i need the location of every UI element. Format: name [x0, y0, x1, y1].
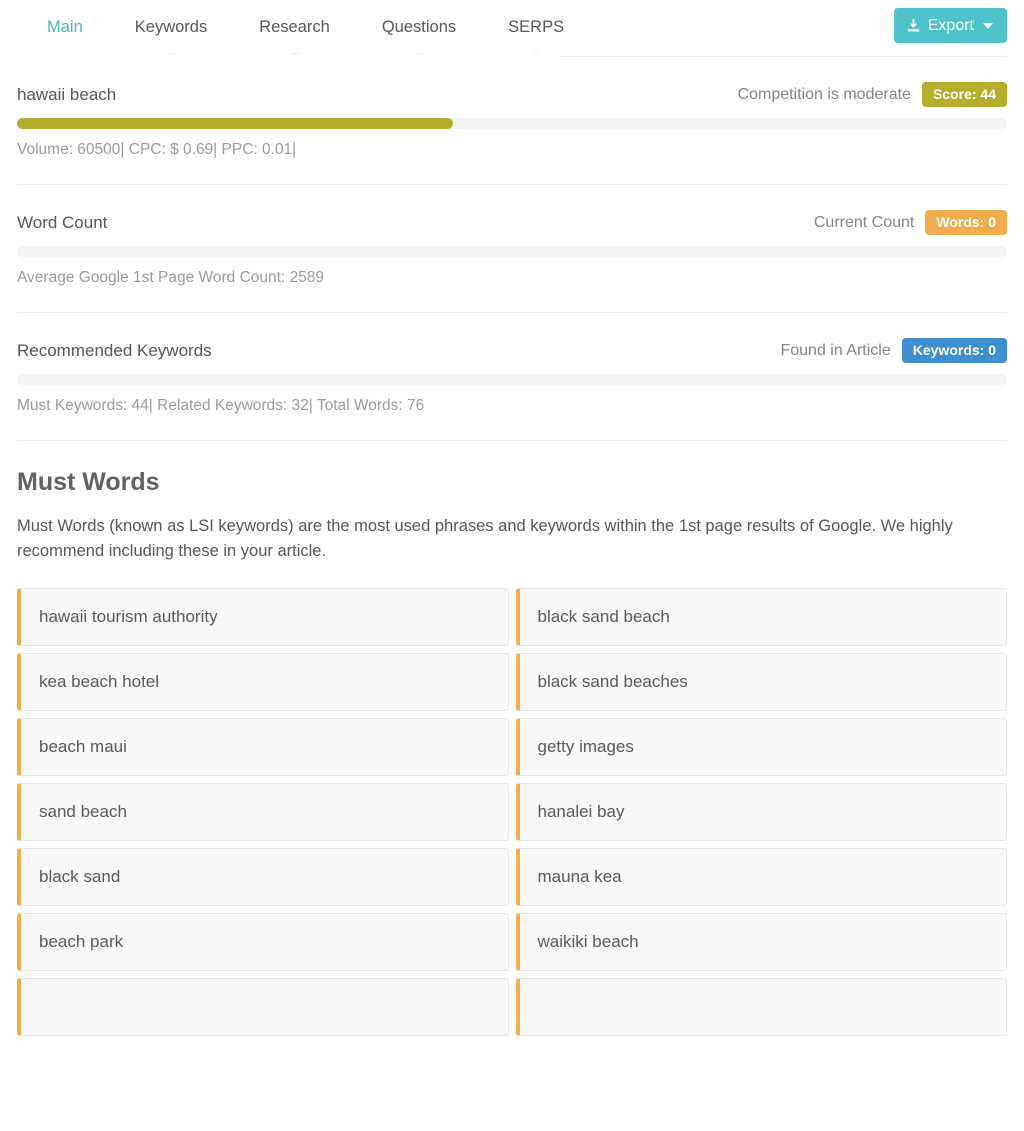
- tab-research[interactable]: Research: [233, 0, 356, 54]
- must-word-card[interactable]: beach park: [17, 913, 509, 972]
- must-word-label: mauna kea: [537, 867, 622, 887]
- must-words-section: Must Words Must Words (known as LSI keyw…: [17, 441, 1007, 1037]
- recommended-keywords-meta: Must Keywords: 44| Related Keywords: 32|…: [17, 397, 425, 414]
- recommended-keywords-title: Recommended Keywords: [17, 340, 212, 360]
- main-content: hawaii beach Competition is moderate Sco…: [0, 57, 1024, 1037]
- word-count-section: Word Count Current Count Words: 0 Averag…: [17, 185, 1007, 313]
- competition-keyword: hawaii beach: [17, 84, 117, 104]
- must-words-title: Must Words: [17, 468, 160, 496]
- must-words-list: hawaii tourism authority black sand beach…: [17, 588, 1007, 1037]
- must-word-label: beach park: [39, 932, 124, 952]
- competition-progress-fill: [17, 118, 453, 129]
- competition-meta: Volume: 60500| CPC: $ 0.69| PPC: 0.01|: [17, 141, 297, 158]
- competition-status-text: Competition is moderate: [737, 85, 911, 103]
- competition-progress-track: [17, 118, 1007, 129]
- must-word-card[interactable]: black sand beaches: [515, 653, 1007, 712]
- must-word-label: black sand: [39, 867, 121, 887]
- recommended-keywords-progress-track: [17, 374, 1007, 385]
- export-button[interactable]: Export: [893, 8, 1007, 43]
- tab-bar-divider: [560, 56, 1007, 57]
- word-count-status-text: Current Count: [813, 213, 915, 231]
- word-count-title: Word Count: [17, 212, 108, 232]
- word-count-meta: Average Google 1st Page Word Count: 2589: [17, 269, 325, 286]
- competition-header: hawaii beach Competition is moderate Sco…: [17, 82, 1007, 107]
- must-word-card[interactable]: getty images: [515, 718, 1007, 777]
- must-word-card[interactable]: hawaii tourism authority: [17, 588, 509, 647]
- must-word-label: kea beach hotel: [39, 672, 160, 692]
- must-word-card[interactable]: [17, 978, 509, 1037]
- must-words-description: Must Words (known as LSI keywords) are t…: [17, 517, 953, 561]
- competition-section: hawaii beach Competition is moderate Sco…: [17, 57, 1007, 185]
- recommended-keywords-section: Recommended Keywords Found in Article Ke…: [17, 313, 1007, 441]
- must-word-label: hawaii tourism authority: [39, 607, 218, 627]
- must-word-card[interactable]: beach maui: [17, 718, 509, 777]
- must-word-label: beach maui: [39, 737, 127, 757]
- must-word-label: waikiki beach: [537, 932, 639, 952]
- download-icon: [906, 18, 921, 33]
- must-word-card[interactable]: black sand beach: [515, 588, 1007, 647]
- caret-down-icon: [983, 22, 993, 29]
- tab-questions[interactable]: Questions: [356, 0, 482, 54]
- competition-score-badge: Score: 44: [921, 82, 1007, 107]
- word-count-header: Word Count Current Count Words: 0: [17, 210, 1007, 235]
- must-word-card[interactable]: waikiki beach: [515, 913, 1007, 972]
- must-word-card[interactable]: black sand: [17, 848, 509, 907]
- competition-status-group: Competition is moderate Score: 44: [738, 82, 1007, 107]
- must-word-label: black sand beaches: [537, 672, 688, 692]
- must-word-label: black sand beach: [537, 607, 670, 627]
- word-count-badge: Words: 0: [925, 210, 1007, 235]
- must-word-card[interactable]: mauna kea: [515, 848, 1007, 907]
- must-word-card[interactable]: kea beach hotel: [17, 653, 509, 712]
- export-label: Export: [927, 16, 974, 34]
- must-word-label: hanalei bay: [537, 802, 625, 822]
- must-word-label: getty images: [537, 737, 634, 757]
- recommended-keywords-header: Recommended Keywords Found in Article Ke…: [17, 338, 1007, 363]
- word-count-status-group: Current Count Words: 0: [814, 210, 1007, 235]
- recommended-keywords-badge: Keywords: 0: [901, 338, 1007, 363]
- word-count-progress-track: [17, 246, 1007, 257]
- must-word-card[interactable]: hanalei bay: [515, 783, 1007, 842]
- tab-list: Main Keywords Research Questions SERPS: [0, 0, 590, 54]
- tab-bar: Main Keywords Research Questions SERPS E…: [0, 0, 1024, 57]
- tab-serps[interactable]: SERPS: [482, 0, 590, 54]
- must-word-card[interactable]: sand beach: [17, 783, 509, 842]
- tab-main[interactable]: Main: [21, 0, 109, 54]
- must-word-card[interactable]: [515, 978, 1007, 1037]
- recommended-keywords-status-group: Found in Article Keywords: 0: [780, 338, 1007, 363]
- tab-keywords[interactable]: Keywords: [109, 0, 233, 54]
- recommended-keywords-status-text: Found in Article: [780, 341, 891, 359]
- must-word-label: sand beach: [39, 802, 127, 822]
